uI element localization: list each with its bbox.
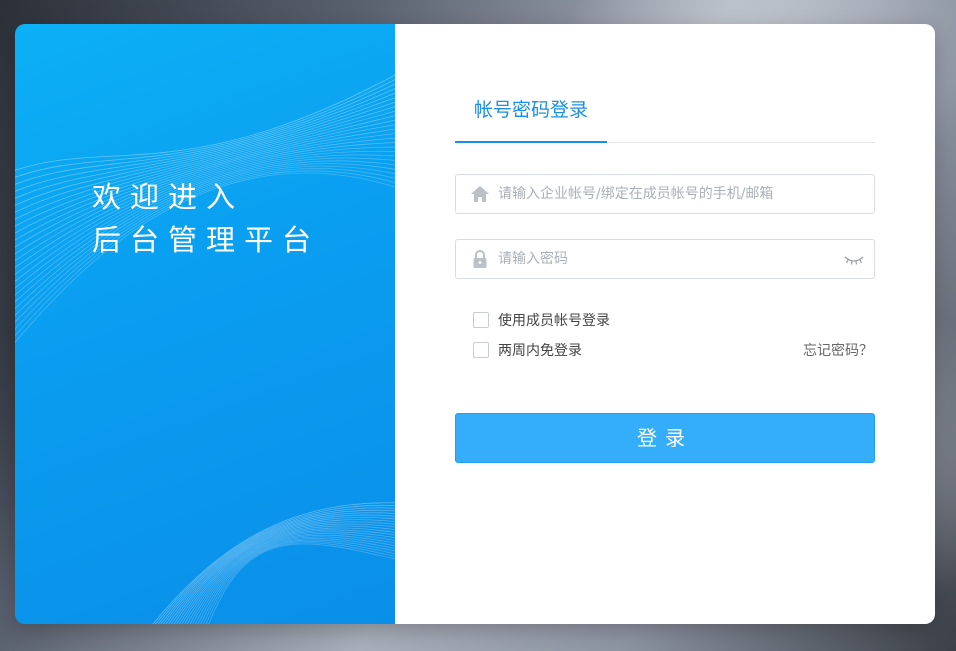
member-login-checkbox[interactable] bbox=[473, 312, 489, 328]
welcome-line-1: 欢迎进入 bbox=[92, 180, 245, 214]
member-login-option[interactable]: 使用成员帐号登录 bbox=[473, 310, 610, 330]
account-input[interactable] bbox=[498, 175, 828, 213]
wave-decoration bbox=[15, 74, 395, 624]
password-input[interactable] bbox=[498, 240, 828, 278]
account-field[interactable] bbox=[455, 174, 875, 214]
lock-icon bbox=[473, 250, 487, 268]
home-icon bbox=[471, 186, 489, 202]
tab-account-password[interactable]: 帐号密码登录 bbox=[455, 96, 607, 143]
remember-option[interactable]: 两周内免登录 bbox=[473, 340, 582, 360]
remember-label: 两周内免登录 bbox=[498, 343, 582, 359]
forgot-password-link[interactable]: 忘记密码？ bbox=[803, 340, 873, 360]
login-button[interactable]: 登录 bbox=[455, 413, 875, 463]
login-tabs: 帐号密码登录 bbox=[455, 96, 875, 143]
welcome-panel: 欢迎进入 后台管理平台 bbox=[15, 24, 395, 624]
welcome-line-2: 后台管理平台 bbox=[92, 223, 321, 257]
password-field[interactable] bbox=[455, 239, 875, 279]
login-card: 欢迎进入 后台管理平台 帐号密码登录 请输入企业帐号/绑定在成员帐号的手机/邮箱… bbox=[15, 24, 935, 624]
login-form-panel: 帐号密码登录 使用成员帐号登录 bbox=[395, 24, 935, 624]
eye-closed-icon[interactable] bbox=[844, 252, 864, 266]
remember-checkbox[interactable] bbox=[473, 342, 489, 358]
member-login-label: 使用成员帐号登录 bbox=[498, 313, 610, 329]
welcome-text: 欢迎进入 后台管理平台 bbox=[92, 176, 320, 262]
